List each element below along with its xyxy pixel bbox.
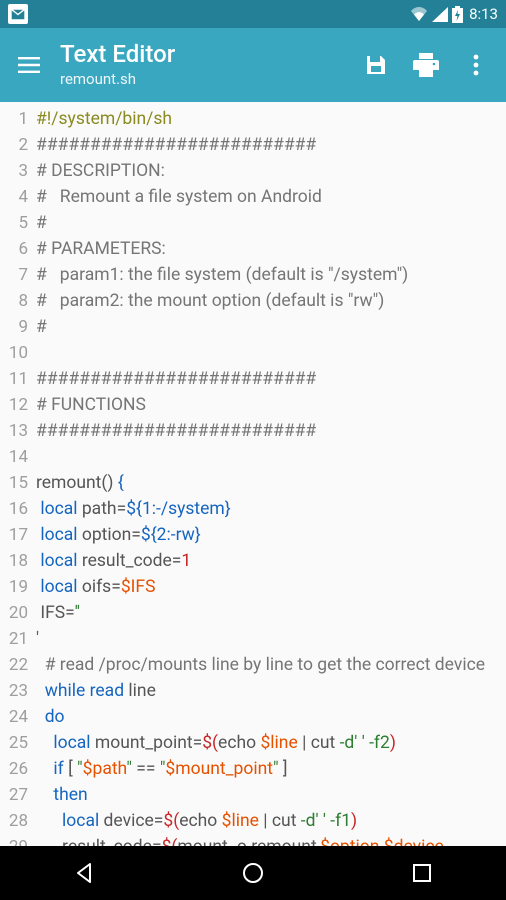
code-editor[interactable]: 1234567891011121314151617181920212223242… xyxy=(0,102,506,846)
save-icon xyxy=(364,53,388,77)
print-icon xyxy=(413,53,439,77)
code-line: ########################## xyxy=(36,132,500,158)
code-line: # FUNCTIONS xyxy=(36,392,500,418)
code-line: IFS='' xyxy=(36,600,500,626)
code-line: local oifs=$IFS xyxy=(36,574,500,600)
save-button[interactable] xyxy=(360,49,392,81)
home-icon xyxy=(241,861,265,885)
line-number: 8 xyxy=(0,288,34,314)
line-number: 16 xyxy=(0,496,34,522)
wifi-icon xyxy=(410,7,428,22)
line-number: 28 xyxy=(0,808,34,834)
code-line: result_code=$(mount -o remount,$option $… xyxy=(36,834,500,846)
code-line: #!/system/bin/sh xyxy=(36,106,500,132)
recents-icon xyxy=(411,862,433,884)
line-number: 4 xyxy=(0,184,34,210)
line-number: 6 xyxy=(0,236,34,262)
code-line: # Remount a file system on Android xyxy=(36,184,500,210)
code-line: if [ "$path" == "$mount_point" ] xyxy=(36,756,500,782)
app-title: Text Editor xyxy=(60,42,360,67)
code-line: local mount_point=$(echo $line | cut -d'… xyxy=(36,730,500,756)
code-content[interactable]: #!/system/bin/sh########################… xyxy=(34,102,506,846)
line-number: 20 xyxy=(0,600,34,626)
back-icon xyxy=(72,861,96,885)
code-line: # xyxy=(36,314,500,340)
line-number: 18 xyxy=(0,548,34,574)
code-line: local result_code=1 xyxy=(36,548,500,574)
code-line: then xyxy=(36,782,500,808)
line-number: 17 xyxy=(0,522,34,548)
app-subtitle: remount.sh xyxy=(60,70,360,88)
line-number: 27 xyxy=(0,782,34,808)
app-bar: Text Editor remount.sh xyxy=(0,28,506,102)
code-line xyxy=(36,340,500,366)
line-number-gutter: 1234567891011121314151617181920212223242… xyxy=(0,102,34,846)
line-number: 15 xyxy=(0,470,34,496)
line-number: 22 xyxy=(0,652,34,678)
nav-home-button[interactable] xyxy=(223,853,283,893)
line-number: 2 xyxy=(0,132,34,158)
print-button[interactable] xyxy=(410,49,442,81)
code-line: # read /proc/mounts line by line to get … xyxy=(36,652,500,678)
line-number: 10 xyxy=(0,340,34,366)
code-line: ' xyxy=(36,626,500,652)
code-line: while read line xyxy=(36,678,500,704)
line-number: 25 xyxy=(0,730,34,756)
line-number: 9 xyxy=(0,314,34,340)
code-line: # DESCRIPTION: xyxy=(36,158,500,184)
cell-signal-icon xyxy=(432,7,448,22)
code-line: remount() { xyxy=(36,470,500,496)
code-line: ########################## xyxy=(36,366,500,392)
code-line: # PARAMETERS: xyxy=(36,236,500,262)
line-number: 1 xyxy=(0,106,34,132)
code-line: ########################## xyxy=(36,418,500,444)
code-line: local path=${1:-/system} xyxy=(36,496,500,522)
status-time: 8:13 xyxy=(469,5,498,23)
line-number: 14 xyxy=(0,444,34,470)
code-line: local option=${2:-rw} xyxy=(36,522,500,548)
code-line: local device=$(echo $line | cut -d' ' -f… xyxy=(36,808,500,834)
menu-button[interactable] xyxy=(10,46,48,84)
overflow-menu-button[interactable] xyxy=(460,49,492,81)
nav-back-button[interactable] xyxy=(54,853,114,893)
navigation-bar xyxy=(0,846,506,900)
line-number: 23 xyxy=(0,678,34,704)
line-number: 29 xyxy=(0,834,34,846)
nav-recents-button[interactable] xyxy=(392,853,452,893)
code-line: # param1: the file system (default is "/… xyxy=(36,262,500,288)
battery-charging-icon xyxy=(452,6,463,23)
line-number: 26 xyxy=(0,756,34,782)
code-line: do xyxy=(36,704,500,730)
screen: 8:13 Text Editor remount.sh 123456789101… xyxy=(0,0,506,900)
code-line xyxy=(36,444,500,470)
line-number: 11 xyxy=(0,366,34,392)
mail-notification-icon xyxy=(8,4,28,24)
line-number: 12 xyxy=(0,392,34,418)
more-vert-icon xyxy=(473,54,479,76)
line-number: 13 xyxy=(0,418,34,444)
line-number: 3 xyxy=(0,158,34,184)
line-number: 5 xyxy=(0,210,34,236)
code-line: # xyxy=(36,210,500,236)
line-number: 19 xyxy=(0,574,34,600)
hamburger-icon xyxy=(18,57,40,73)
line-number: 21 xyxy=(0,626,34,652)
status-bar: 8:13 xyxy=(0,0,506,28)
line-number: 24 xyxy=(0,704,34,730)
line-number: 7 xyxy=(0,262,34,288)
code-line: # param2: the mount option (default is "… xyxy=(36,288,500,314)
